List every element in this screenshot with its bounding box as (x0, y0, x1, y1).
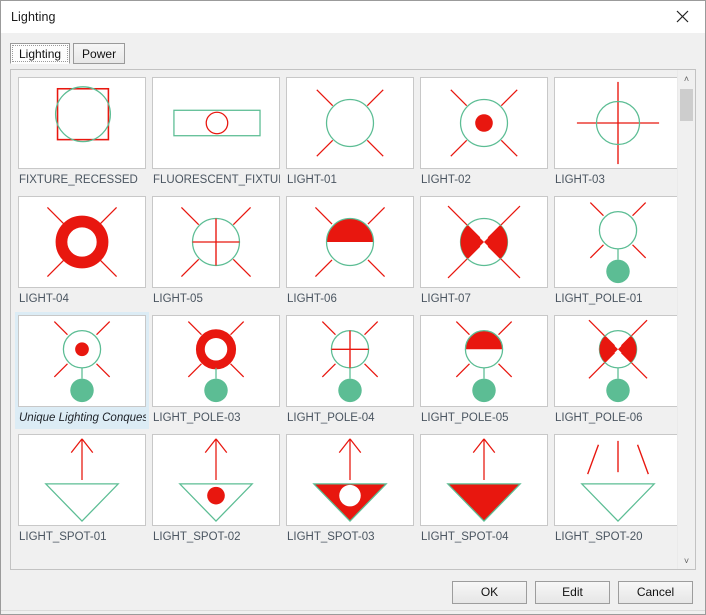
vertical-scrollbar[interactable]: ˄ ˅ (677, 70, 695, 569)
block-tile[interactable]: FIXTURE_RECESSED (15, 74, 149, 191)
block-tile[interactable]: LIGHT_POLE-05 (417, 312, 551, 429)
spot-triangle-arrow-dot-icon (152, 434, 280, 526)
status-line (1, 610, 705, 614)
pole-half-filled-rays-icon (420, 315, 548, 407)
scroll-up-icon[interactable]: ˄ (678, 70, 695, 87)
block-tile-label: Unique Lighting Conquest (19, 412, 146, 424)
title-bar: Lighting (1, 1, 705, 33)
block-tile[interactable]: LIGHT-05 (149, 193, 283, 310)
block-tile[interactable]: LIGHT_POLE-01 (551, 193, 677, 310)
block-tile-label: LIGHT_SPOT-20 (555, 531, 643, 543)
scrollbar-thumb[interactable] (680, 89, 693, 121)
block-tile-label: LIGHT-01 (287, 174, 337, 186)
pole-ring-rays-icon (152, 315, 280, 407)
spot-triangle-three-rays-icon (554, 434, 677, 526)
block-tile-label: LIGHT_SPOT-01 (19, 531, 107, 543)
block-tile[interactable]: LIGHT_POLE-06 (551, 312, 677, 429)
light-circle-crosshair-icon (554, 77, 677, 169)
block-tile[interactable]: LIGHT_POLE-03 (149, 312, 283, 429)
block-tile[interactable]: LIGHT_SPOT-03 (283, 431, 417, 548)
block-tile[interactable]: LIGHT-02 (417, 74, 551, 191)
block-tile-label: LIGHT_SPOT-04 (421, 531, 509, 543)
pole-cross-rays-icon (286, 315, 414, 407)
tab-power[interactable]: Power (73, 43, 126, 64)
block-tile[interactable]: LIGHT-06 (283, 193, 417, 310)
block-browser-panel: FIXTURE_RECESSED FLUORESCENT_FIXTUR LIGHT-… (10, 69, 696, 570)
block-tile[interactable]: LIGHT_SPOT-02 (149, 431, 283, 548)
block-tile-label: LIGHT_SPOT-03 (287, 531, 375, 543)
block-tile-label: FLUORESCENT_FIXTUR (153, 174, 280, 186)
pole-circle-rays-icon (554, 196, 677, 288)
tab-strip: Lighting Power (1, 33, 705, 64)
block-tile[interactable]: LIGHT_SPOT-01 (15, 431, 149, 548)
light-circle-rays-icon (286, 77, 414, 169)
light-circle-cross-rays-icon (152, 196, 280, 288)
block-tile-label: LIGHT_POLE-06 (555, 412, 643, 424)
block-browser-wrap: FIXTURE_RECESSED FLUORESCENT_FIXTUR LIGHT-… (10, 69, 696, 570)
tab-lighting[interactable]: Lighting (10, 43, 71, 64)
light-circle-rays-dot-icon (420, 77, 548, 169)
block-tile-label: LIGHT_POLE-05 (421, 412, 509, 424)
cancel-button[interactable]: Cancel (618, 580, 693, 604)
close-button[interactable] (659, 1, 705, 32)
block-tile[interactable]: LIGHT-07 (417, 193, 551, 310)
block-tile-label: FIXTURE_RECESSED (19, 174, 138, 186)
block-grid: FIXTURE_RECESSED FLUORESCENT_FIXTUR LIGHT-… (15, 74, 677, 548)
block-tile[interactable]: LIGHT_SPOT-04 (417, 431, 551, 548)
ok-button[interactable]: OK (452, 580, 527, 604)
block-tile-label: LIGHT_POLE-03 (153, 412, 241, 424)
spot-triangle-filled-icon (420, 434, 548, 526)
pole-circle-dot-rays-icon (18, 315, 146, 407)
block-tile-selected[interactable]: Unique Lighting Conquest (15, 312, 149, 429)
light-half-filled-rays-icon (286, 196, 414, 288)
block-tile[interactable]: LIGHT-04 (15, 193, 149, 310)
lighting-dialog: Lighting Lighting Power FIXTURE_RECESSED… (0, 0, 706, 615)
window-title: Lighting (11, 9, 56, 24)
recessed-fixture-icon (18, 77, 146, 169)
fluorescent-fixture-icon (152, 77, 280, 169)
light-bowtie-rays-icon (420, 196, 548, 288)
scroll-down-icon[interactable]: ˅ (678, 552, 695, 569)
block-grid-area: FIXTURE_RECESSED FLUORESCENT_FIXTUR LIGHT-… (11, 70, 677, 569)
block-tile-label: LIGHT_POLE-04 (287, 412, 375, 424)
block-tile-label: LIGHT-03 (555, 174, 605, 186)
close-icon (676, 10, 688, 23)
dialog-footer: OK Edit Cancel (1, 570, 705, 614)
spot-triangle-arrow-icon (18, 434, 146, 526)
block-tile-label: LIGHT-02 (421, 174, 471, 186)
block-tile[interactable]: LIGHT-03 (551, 74, 677, 191)
block-tile[interactable]: LIGHT-01 (283, 74, 417, 191)
block-tile-label: LIGHT-05 (153, 293, 203, 305)
edit-button[interactable]: Edit (535, 580, 610, 604)
block-tile-label: LIGHT-04 (19, 293, 69, 305)
block-tile[interactable]: FLUORESCENT_FIXTUR (149, 74, 283, 191)
spot-triangle-filled-hole-icon (286, 434, 414, 526)
block-tile[interactable]: LIGHT_POLE-04 (283, 312, 417, 429)
block-tile[interactable]: LIGHT_SPOT-20 (551, 431, 677, 548)
block-tile-label: LIGHT_POLE-01 (555, 293, 643, 305)
block-tile-label: LIGHT-07 (421, 293, 471, 305)
scrollbar-track[interactable] (678, 87, 695, 552)
pole-bowtie-rays-icon (554, 315, 677, 407)
block-tile-label: LIGHT_SPOT-02 (153, 531, 241, 543)
block-tile-label: LIGHT-06 (287, 293, 337, 305)
light-ring-rays-icon (18, 196, 146, 288)
